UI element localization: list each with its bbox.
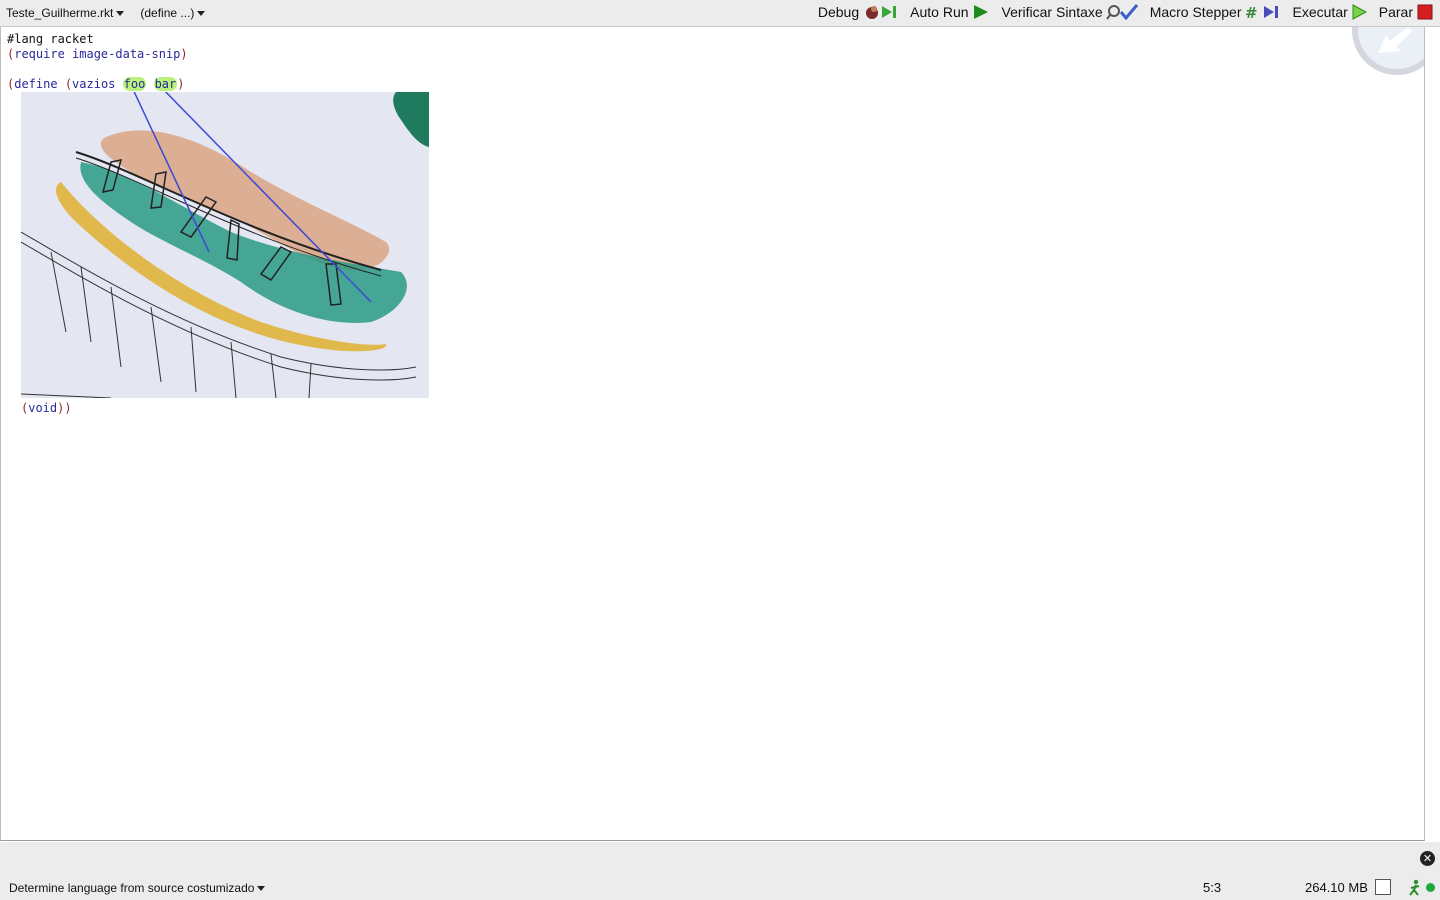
bug-play-icon bbox=[866, 6, 897, 19]
language-menu[interactable]: Determine language from source costumiza… bbox=[9, 881, 266, 895]
stop-button[interactable]: Parar bbox=[1379, 4, 1434, 20]
status-bar: ✕ Determine language from source costumi… bbox=[0, 842, 1440, 900]
image-snip[interactable] bbox=[21, 92, 429, 398]
language-label: Determine language from source costumiza… bbox=[9, 881, 255, 895]
code-line-lang: #lang racket bbox=[7, 32, 94, 46]
cursor-position: 5:3 bbox=[1203, 880, 1222, 895]
define-menu-label: (define ...) bbox=[140, 6, 195, 20]
sketch-image bbox=[21, 92, 429, 398]
interactions-arrow-icon[interactable] bbox=[1352, 27, 1424, 75]
auto-run-button[interactable]: Auto Run bbox=[910, 4, 989, 20]
param-bar: bar bbox=[153, 77, 178, 91]
close-icon[interactable]: ✕ bbox=[1420, 851, 1435, 866]
file-name: Teste_Guilherme.rkt bbox=[6, 6, 114, 20]
stop-icon bbox=[1417, 4, 1433, 20]
stop-label: Parar bbox=[1378, 4, 1413, 20]
arrow-down-left-icon bbox=[1378, 27, 1412, 53]
play-icon bbox=[973, 5, 988, 19]
define-menu[interactable]: (define ...) bbox=[140, 6, 206, 20]
status-dot bbox=[1426, 883, 1435, 892]
running-man-icon bbox=[1409, 879, 1420, 896]
macro-stepper-label: Macro Stepper bbox=[1149, 4, 1242, 20]
debug-button[interactable]: Debug bbox=[818, 4, 898, 20]
auto-run-label: Auto Run bbox=[910, 4, 969, 20]
run-button[interactable]: Executar bbox=[1293, 4, 1367, 20]
code-line-require: (require image-data-snip) bbox=[7, 47, 188, 61]
param-foo: foo bbox=[122, 77, 147, 91]
hash-step-icon: # bbox=[1245, 4, 1278, 20]
magnifier-check-icon bbox=[1105, 4, 1138, 20]
chevron-down-icon bbox=[257, 885, 266, 891]
memory-box[interactable] bbox=[1375, 879, 1391, 895]
check-syntax-button[interactable]: Verificar Sintaxe bbox=[1002, 4, 1138, 20]
file-menu[interactable]: Teste_Guilherme.rkt bbox=[6, 6, 125, 20]
code-line-define: (define (vazios foo bar) bbox=[7, 77, 185, 91]
check-syntax-label: Verificar Sintaxe bbox=[1001, 4, 1103, 20]
code-line-void: (void)) bbox=[21, 401, 72, 415]
run-icon bbox=[1352, 4, 1367, 20]
chevron-down-icon bbox=[197, 10, 206, 16]
macro-stepper-button[interactable]: Macro Stepper # bbox=[1150, 4, 1281, 20]
run-label: Executar bbox=[1292, 4, 1348, 20]
chevron-down-icon bbox=[116, 10, 125, 16]
toolbar: Teste_Guilherme.rkt (define ...) Debug A… bbox=[0, 0, 1440, 27]
memory-usage[interactable]: 264.10 MB bbox=[1305, 880, 1368, 895]
svg-text:#: # bbox=[1245, 4, 1258, 20]
debug-label: Debug bbox=[817, 4, 860, 20]
definitions-editor[interactable]: #lang racket (require image-data-snip) (… bbox=[0, 27, 1425, 841]
